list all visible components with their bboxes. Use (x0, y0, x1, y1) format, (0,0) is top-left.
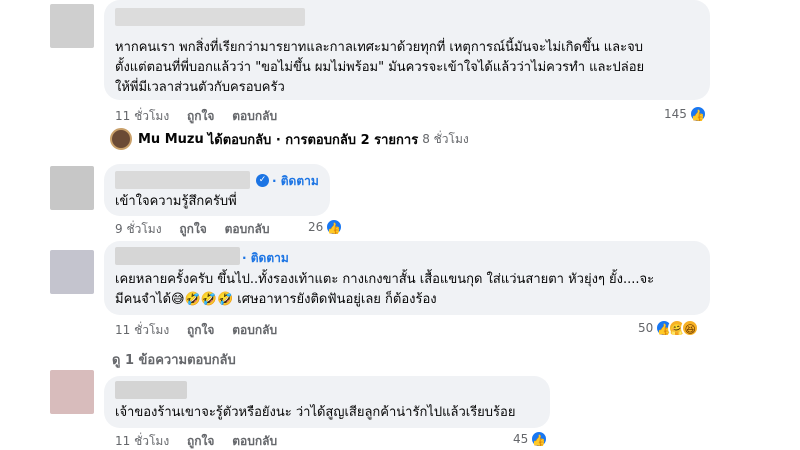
comment-text: หากคนเรา พกสิ่งที่เรียกว่ามารยาทและกาลเท… (115, 40, 643, 55)
like-icon: 👍 (688, 105, 707, 123)
follow-button[interactable]: · ติดตาม (272, 172, 319, 191)
author-name[interactable] (115, 247, 240, 265)
comment-text: ให้พี่มีเวลาส่วนตัวกับครอบครัว (115, 80, 285, 95)
reply-time: 8 ชั่วโมง (422, 131, 469, 146)
author-name[interactable] (115, 381, 187, 399)
reply-count-text[interactable]: ได้ตอบกลับ · การตอบกลับ 2 รายการ (208, 129, 418, 150)
author-name[interactable] (115, 171, 250, 189)
like-button[interactable]: ถูกใจ (187, 323, 214, 337)
like-icon: 👍 (530, 430, 549, 448)
reaction-summary[interactable]: 26 👍 (308, 218, 344, 236)
view-replies-link[interactable]: ดู 1 ข้อความตอบกลับ (112, 349, 236, 370)
avatar (110, 128, 132, 150)
reaction-summary[interactable]: 45 👍 (513, 430, 549, 448)
reply-author[interactable]: Mu Muzu (138, 132, 204, 147)
verified-badge-icon: ✓ (256, 174, 269, 187)
comment-time[interactable]: 11 ชั่วโมง (115, 323, 169, 337)
reply-button[interactable]: ตอบกลับ (232, 109, 277, 123)
comment-actions: 9 ชั่วโมง ถูกใจ ตอบกลับ (115, 220, 283, 239)
reaction-summary[interactable]: 50 👍 🤗 😆 (638, 319, 700, 337)
comment-text: ตั้งแต่ตอนที่พี่บอกแล้วว่า "ขอไม่ขึ้น ผม… (115, 60, 645, 75)
like-button[interactable]: ถูกใจ (187, 109, 214, 123)
avatar[interactable] (50, 250, 94, 294)
like-button[interactable]: ถูกใจ (179, 222, 206, 236)
avatar[interactable] (50, 4, 94, 48)
comment-time[interactable]: 11 ชั่วโมง (115, 109, 169, 123)
author-name[interactable] (115, 8, 305, 26)
follow-button[interactable]: · ติดตาม (242, 249, 289, 268)
avatar[interactable] (50, 166, 94, 210)
reply-button[interactable]: ตอบกลับ (232, 434, 277, 448)
comment-actions: 11 ชั่วโมง ถูกใจ ตอบกลับ (115, 432, 291, 450)
like-button[interactable]: ถูกใจ (187, 434, 214, 448)
haha-icon: 😆 (681, 319, 700, 337)
reply-button[interactable]: ตอบกลับ (225, 222, 270, 236)
comment-actions: 11 ชั่วโมง ถูกใจ ตอบกลับ (115, 107, 291, 126)
comment-text: เคยหลายครั้งครับ ขึ้นไป..ทั้งรองเท้าแตะ … (115, 272, 655, 287)
reaction-summary[interactable]: 145 👍 (664, 105, 707, 123)
reply-button[interactable]: ตอบกลับ (232, 323, 277, 337)
comment-actions: 11 ชั่วโมง ถูกใจ ตอบกลับ (115, 321, 291, 340)
reaction-count: 26 (308, 220, 324, 234)
reply-summary[interactable]: Mu Muzu ได้ตอบกลับ · การตอบกลับ 2 รายการ… (110, 128, 469, 150)
comment-text: เข้าใจความรู้สึกครับพี่ (115, 194, 237, 209)
reaction-count: 50 (638, 321, 654, 335)
avatar[interactable] (50, 370, 94, 414)
reaction-count: 45 (513, 432, 529, 446)
like-icon: 👍 (325, 218, 344, 236)
comment-text: เจ้าของร้านเขาจะรู้ตัวหรือยังนะ ว่าได้สู… (115, 405, 516, 420)
comment-text: มีคนจำได้😅🤣🤣🤣 เศษอาหารยังติดฟันอยู่เลย ก… (115, 292, 437, 307)
comment-time[interactable]: 11 ชั่วโมง (115, 434, 169, 448)
comment-time[interactable]: 9 ชั่วโมง (115, 222, 162, 236)
reaction-count: 145 (664, 107, 687, 121)
